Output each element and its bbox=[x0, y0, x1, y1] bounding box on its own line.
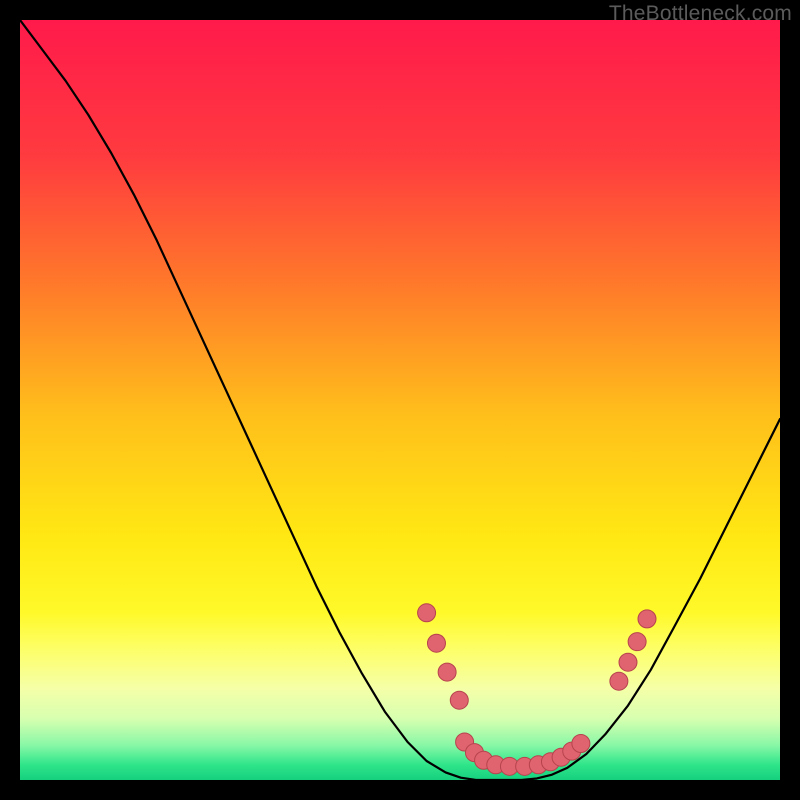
curve-dot bbox=[638, 610, 656, 628]
curve-dot bbox=[450, 691, 468, 709]
curve-dot bbox=[427, 634, 445, 652]
watermark-text: TheBottleneck.com bbox=[609, 2, 792, 26]
curve-dot bbox=[628, 633, 646, 651]
curve-dot bbox=[438, 663, 456, 681]
curve-dot bbox=[610, 672, 628, 690]
curve-dot bbox=[619, 653, 637, 671]
bottleneck-chart bbox=[20, 20, 780, 780]
gradient-background bbox=[20, 20, 780, 780]
curve-dot bbox=[572, 735, 590, 753]
curve-dot bbox=[418, 604, 436, 622]
